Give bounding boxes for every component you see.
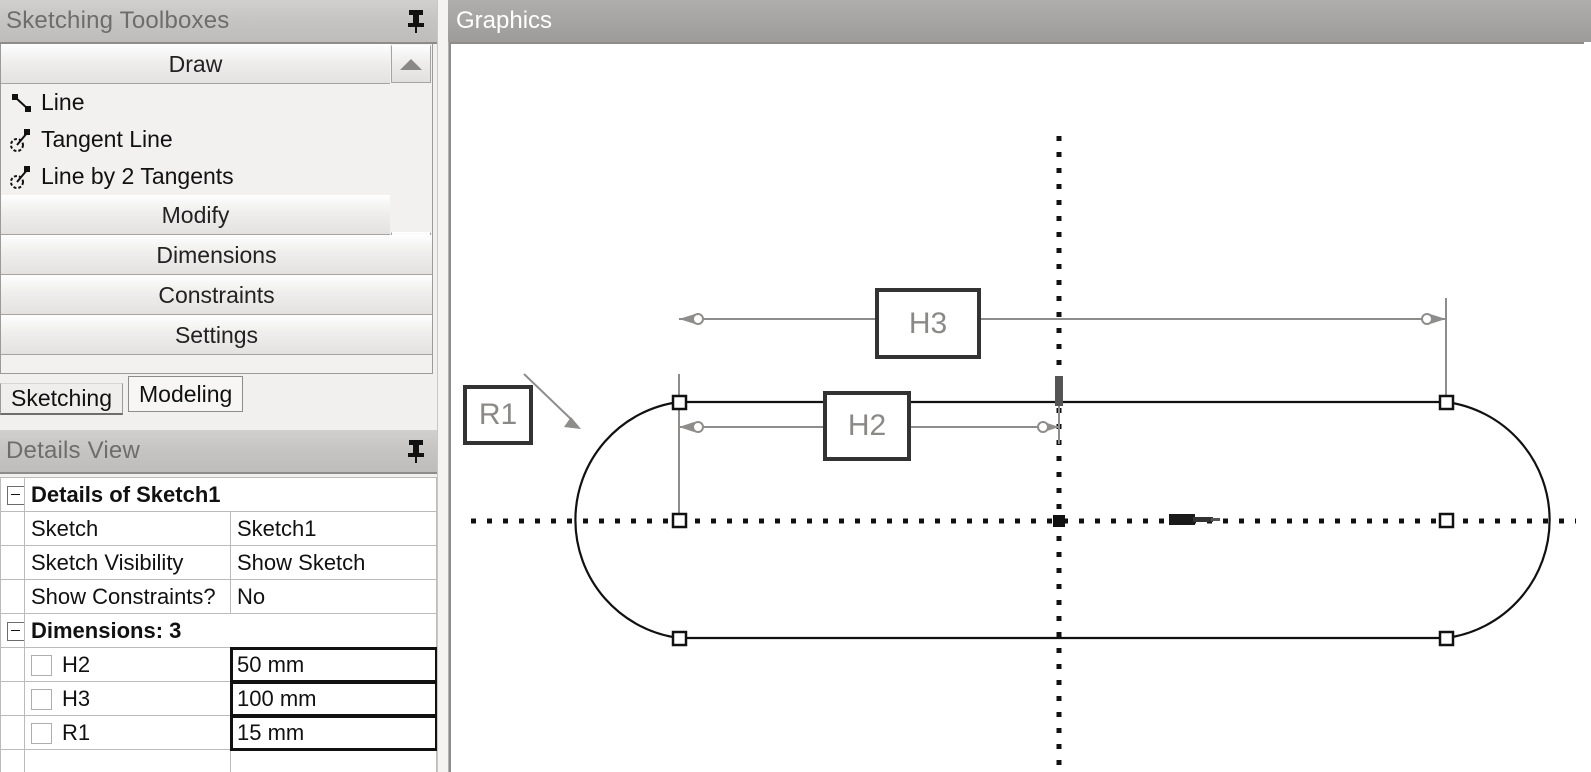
r1-leader-arrowhead: [564, 417, 581, 429]
arc-center-handle: [671, 512, 688, 529]
table-row[interactable]: Show Constraints? No: [0, 579, 437, 614]
checkbox-h3[interactable]: [31, 689, 52, 711]
left-panel-column: Sketching Toolboxes Draw Line Tangent Li…: [0, 0, 437, 772]
pin-icon[interactable]: [405, 8, 427, 34]
graphics-panel: Graphics H3 H2 R1: [448, 0, 1591, 772]
dimension-label-r1-text: R1: [478, 398, 518, 431]
panel-tabstrip: Sketching Modeling: [0, 375, 433, 415]
toolbox-group-modify[interactable]: Modify: [1, 195, 390, 235]
sketching-toolboxes-title: Sketching Toolboxes: [6, 7, 230, 34]
toolbox-group-draw-label: Draw: [168, 50, 223, 77]
row-name-h3: H3: [24, 681, 231, 716]
table-row: [0, 749, 437, 772]
table-row[interactable]: Dimensions: 3: [0, 613, 437, 648]
graphics-canvas[interactable]: H3 H2 R1: [449, 42, 1584, 772]
pin-icon[interactable]: [405, 438, 427, 464]
row-value-h2[interactable]: 50 mm: [229, 646, 437, 683]
table-row[interactable]: R1 15 mm: [0, 714, 437, 751]
toolbox-group-settings[interactable]: Settings: [1, 315, 432, 355]
graphics-title: Graphics: [456, 7, 553, 34]
origin-point: [1053, 515, 1065, 527]
tangent-line-icon: [9, 127, 35, 153]
table-row[interactable]: H3 100 mm: [0, 680, 437, 717]
vertex-handle: [671, 394, 688, 411]
table-row[interactable]: Sketch Visibility Show Sketch: [0, 545, 437, 580]
h2-handle-right: [1037, 421, 1049, 433]
toolbox-group-constraints-label: Constraints: [158, 281, 275, 308]
edge-selection-marker: [1055, 376, 1063, 406]
graphics-titlebar: Graphics: [448, 0, 1591, 42]
row-name-show-constraints: Show Constraints?: [24, 579, 231, 614]
line-icon: [9, 90, 35, 116]
row-value-show-constraints[interactable]: No: [230, 579, 437, 614]
arc-center-handle: [1438, 512, 1455, 529]
tab-sketching-label: Sketching: [11, 385, 113, 411]
sketching-toolboxes-titlebar: Sketching Toolboxes: [0, 0, 437, 44]
line-by-2-tangents-icon: [9, 164, 35, 190]
dimension-label-r1[interactable]: R1: [463, 385, 533, 445]
details-view-titlebar: Details View: [0, 430, 437, 474]
toolbox-group-dimensions[interactable]: Dimensions: [1, 235, 432, 275]
tool-item-line-by-2-tangents-label: Line by 2 Tangents: [41, 163, 234, 189]
h2-arrow-left: [679, 422, 694, 432]
dimension-label-h2[interactable]: H2: [823, 391, 911, 461]
toolbox-group-settings-label: Settings: [174, 321, 259, 348]
table-row[interactable]: H2 50 mm: [0, 646, 437, 683]
tab-sketching[interactable]: Sketching: [0, 383, 124, 415]
cursor-icon: [1169, 514, 1220, 525]
details-view-table: Details of Sketch1 Sketch Sketch1 Sketch…: [0, 477, 437, 772]
checkbox-r1[interactable]: [31, 723, 52, 745]
chevron-up-icon: [400, 58, 422, 70]
collapse-details-of-sketch1[interactable]: [0, 477, 25, 512]
tab-modeling-label: Modeling: [139, 380, 233, 407]
toolbox-group-dimensions-label: Dimensions: [156, 241, 277, 268]
tool-item-tangent-line-label: Tangent Line: [41, 126, 173, 152]
dimension-label-h3[interactable]: H3: [875, 288, 981, 359]
row-name-sketch: Sketch: [24, 511, 231, 546]
row-value-sketch-visibility[interactable]: Show Sketch: [230, 545, 437, 580]
minus-box-icon[interactable]: [7, 486, 24, 506]
row-value-h3[interactable]: 100 mm: [229, 680, 437, 717]
h3-handle-left: [692, 313, 704, 325]
dimension-label-h2-text: H2: [847, 409, 887, 442]
tool-item-tangent-line[interactable]: Tangent Line: [1, 121, 432, 158]
draw-scroll-up-button[interactable]: [391, 45, 431, 83]
toolbox-group-draw[interactable]: Draw: [1, 44, 390, 84]
tab-modeling[interactable]: Modeling: [128, 376, 244, 412]
vertex-handle: [671, 630, 688, 647]
h2-handle-left: [692, 421, 704, 433]
tool-item-line-by-2-tangents[interactable]: Line by 2 Tangents: [1, 158, 432, 195]
dimension-label-h3-text: H3: [908, 306, 948, 340]
sketch-drawing[interactable]: [451, 44, 1584, 772]
vertex-handle: [1438, 394, 1455, 411]
application-window: Sketching Toolboxes Draw Line Tangent Li…: [0, 0, 1591, 772]
row-name-h2: H2: [24, 647, 231, 682]
toolbox-group-constraints[interactable]: Constraints: [1, 275, 432, 315]
details-view-title: Details View: [6, 437, 141, 464]
table-row[interactable]: Sketch Sketch1: [0, 511, 437, 546]
row-name-sketch-visibility: Sketch Visibility: [24, 545, 231, 580]
minus-box-icon[interactable]: [7, 622, 24, 642]
section-header-details-of-sketch1: Details of Sketch1: [24, 477, 437, 512]
h3-handle-right: [1421, 313, 1433, 325]
collapse-dimensions[interactable]: [0, 613, 25, 648]
row-value-sketch[interactable]: Sketch1: [230, 511, 437, 546]
toolbox-group-modify-label: Modify: [161, 201, 230, 228]
section-header-dimensions: Dimensions: 3: [24, 613, 437, 648]
tool-item-line-label: Line: [41, 89, 85, 115]
row-name-r1: R1: [24, 715, 231, 750]
checkbox-h2[interactable]: [31, 655, 52, 677]
sketching-toolbox-list: Draw Line Tangent Line Line by 2 Tangent…: [0, 44, 433, 374]
tool-item-line[interactable]: Line: [1, 84, 432, 121]
row-value-r1[interactable]: 15 mm: [229, 714, 437, 751]
vertex-handle: [1438, 630, 1455, 647]
table-row[interactable]: Details of Sketch1: [0, 477, 437, 512]
